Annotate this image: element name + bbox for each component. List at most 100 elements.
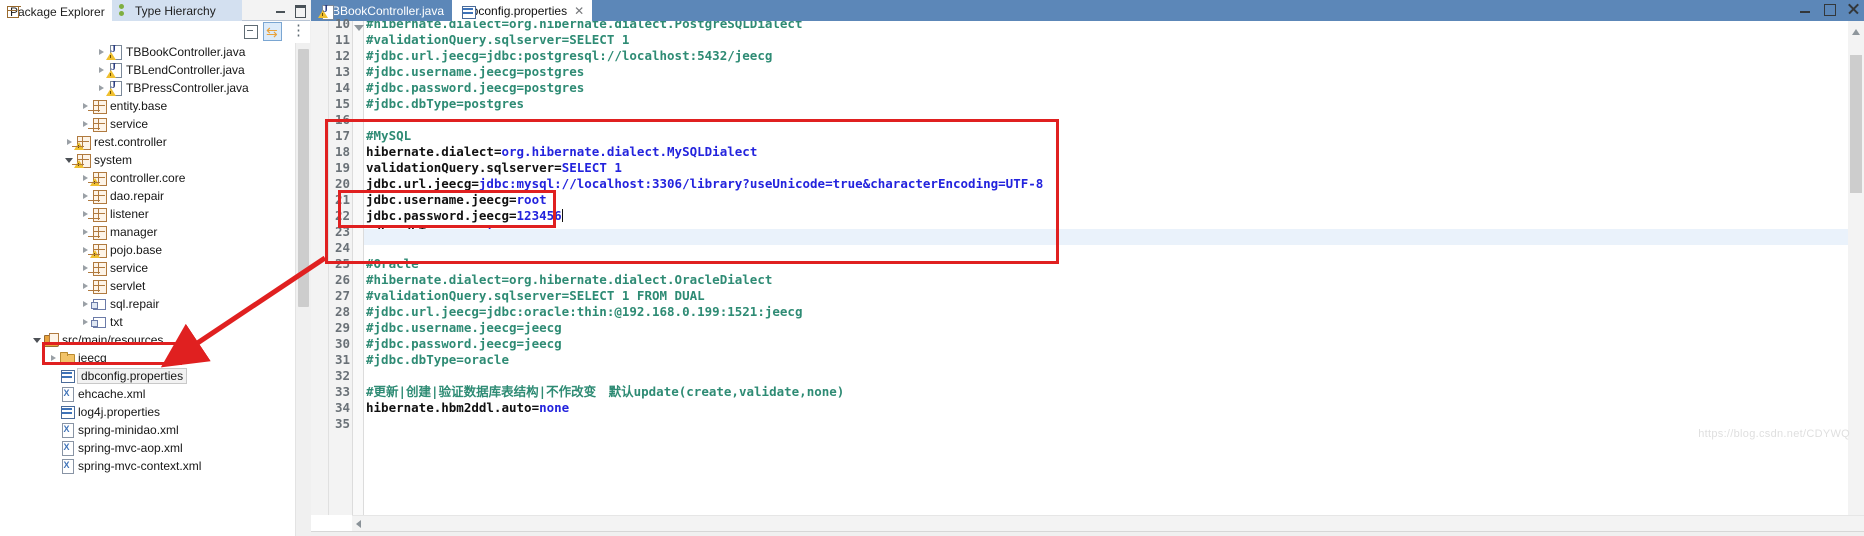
close-icon[interactable]: ✕ <box>574 5 584 17</box>
line-number: 32 <box>334 368 350 383</box>
tree-item-txt[interactable]: txt <box>0 313 292 331</box>
property-value: org.hibernate.dialect.MySQLDialect <box>501 144 758 159</box>
chevron-right-icon[interactable] <box>80 187 91 205</box>
tree-item-src-main-resources[interactable]: src/main/resources <box>0 331 292 349</box>
chevron-right-icon[interactable] <box>80 223 91 241</box>
tree-item-log4j-properties[interactable]: log4j.properties <box>0 403 292 421</box>
line-number: 24 <box>334 240 350 255</box>
editor-vertical-scrollbar[interactable] <box>1848 21 1864 515</box>
chevron-right-icon[interactable] <box>80 205 91 223</box>
tree-item-tbpresscontroller-java[interactable]: TBPressController.java <box>0 79 292 97</box>
tree-item-spring-mvc-aop-xml[interactable]: spring-mvc-aop.xml <box>0 439 292 457</box>
tree-item-tblendcontroller-java[interactable]: TBLendController.java <box>0 61 292 79</box>
comment-text: #jdbc.password.jeecg=jeecg <box>366 336 562 351</box>
code-line[interactable]: #jdbc.dbType=postgres <box>366 96 524 112</box>
tree-item-service[interactable]: service <box>0 115 292 133</box>
minimize-view-icon[interactable] <box>274 3 287 16</box>
code-line[interactable]: jdbc.username.jeecg=root <box>366 192 547 208</box>
code-line[interactable]: #MySQL <box>366 128 411 144</box>
scrollbar-thumb[interactable] <box>1850 55 1862 193</box>
code-line[interactable]: #jdbc.url.jeecg=jdbc:postgresql://localh… <box>366 48 772 64</box>
tree-item-rest-controller[interactable]: rest.controller <box>0 133 292 151</box>
folding-column[interactable] <box>352 21 364 515</box>
code-line[interactable]: #hibernate.dialect=org.hibernate.dialect… <box>366 272 772 288</box>
collapse-all-icon[interactable] <box>241 22 260 41</box>
line-number: 16 <box>334 112 350 127</box>
tree-item-label: controller.core <box>110 171 186 185</box>
tree-item-spring-minidao-xml[interactable]: spring-minidao.xml <box>0 421 292 439</box>
code-line[interactable]: #jdbc.password.jeecg=postgres <box>366 80 584 96</box>
code-line[interactable]: #jdbc.dbType=oracle <box>366 352 509 368</box>
chevron-right-icon[interactable] <box>48 349 59 367</box>
package-icon <box>91 224 107 240</box>
tree-item-system[interactable]: system <box>0 151 292 169</box>
chevron-left-icon[interactable] <box>356 520 361 528</box>
property-key: jdbc.password.jeecg <box>366 208 509 223</box>
code-line[interactable]: #Oracle <box>366 256 419 272</box>
chevron-down-icon[interactable] <box>354 25 364 31</box>
editor-horizontal-scrollbar[interactable] <box>352 515 1864 531</box>
code-line[interactable]: validationQuery.sqlserver=SELECT 1 <box>366 160 622 176</box>
chevron-right-icon[interactable] <box>80 259 91 277</box>
tree-item-sql-repair[interactable]: sql.repair <box>0 295 292 313</box>
tree-item-dbconfig-properties[interactable]: dbconfig.properties <box>0 367 292 385</box>
close-window-icon[interactable] <box>1846 2 1860 16</box>
tree-item-label: service <box>110 261 149 275</box>
maximize-view-icon[interactable] <box>293 3 306 18</box>
code-line[interactable]: #validationQuery.sqlserver=SELECT 1 <box>366 32 629 48</box>
code-line[interactable]: #jdbc.url.jeecg=jdbc:oracle:thin:@192.16… <box>366 304 803 320</box>
explorer-vertical-scrollbar[interactable] <box>295 43 310 536</box>
code-line[interactable]: #jdbc.password.jeecg=jeecg <box>366 336 562 352</box>
text-editor[interactable]: 10 11 12 13 14 15 16 17 18 19 20 21 22 23 24 25 26 27 28 29… <box>311 16 1864 536</box>
tree-item-pojo-base[interactable]: pojo.base <box>0 241 292 259</box>
tab-package-explorer[interactable]: Package Explorer ✕ <box>0 0 121 21</box>
comment-text: #jdbc.dbType=oracle <box>366 352 509 367</box>
chevron-right-icon[interactable] <box>80 277 91 295</box>
code-line[interactable]: #validationQuery.sqlserver=SELECT 1 FROM… <box>366 288 705 304</box>
minimize-window-icon[interactable] <box>1798 2 1812 16</box>
tree-item-listener[interactable]: listener <box>0 205 292 223</box>
chevron-right-icon[interactable] <box>80 295 91 313</box>
java-file-icon <box>318 4 329 20</box>
tree-item-entity-base[interactable]: entity.base <box>0 97 292 115</box>
package-icon <box>90 170 107 186</box>
code-line[interactable]: #jdbc.username.jeecg=postgres <box>366 64 584 80</box>
tree-item-ehcache-xml[interactable]: ehcache.xml <box>0 385 292 403</box>
chevron-right-icon[interactable] <box>80 115 91 133</box>
comment-text: #jdbc.username.jeecg=jeecg <box>366 320 562 335</box>
code-line[interactable]: hibernate.dialect=org.hibernate.dialect.… <box>366 144 757 160</box>
bottom-panel <box>311 531 1864 536</box>
tab-tbbookcontroller-java[interactable]: TBBookController.java <box>311 0 452 21</box>
code-line[interactable]: #jdbc.username.jeecg=jeecg <box>366 320 562 336</box>
code-line[interactable]: hibernate.hbm2ddl.auto=none <box>366 400 569 416</box>
code-line[interactable]: jdbc.password.jeecg=123456 <box>366 208 563 224</box>
tree-item-servlet[interactable]: servlet <box>0 277 292 295</box>
xml-file-icon <box>59 422 75 438</box>
tab-dbconfig-properties[interactable]: dbconfig.properties ✕ <box>452 0 592 21</box>
tree-item-service[interactable]: service <box>0 259 292 277</box>
project-tree[interactable]: TBBookController.java TBLendController.ja… <box>0 43 292 536</box>
code-surface[interactable]: #hibernate.dialect=org.hibernate.dialect… <box>364 21 1848 515</box>
chevron-right-icon[interactable] <box>80 313 91 331</box>
tree-item-dao-repair[interactable]: dao.repair <box>0 187 292 205</box>
tree-item-controller-core[interactable]: controller.core <box>0 169 292 187</box>
tree-item-jeecg[interactable]: jeecg <box>0 349 292 367</box>
maximize-window-icon[interactable] <box>1822 2 1836 16</box>
tree-item-tbbookcontroller-java[interactable]: TBBookController.java <box>0 43 292 61</box>
view-menu-icon[interactable] <box>285 21 306 41</box>
chevron-right-icon[interactable] <box>80 97 91 115</box>
scrollbar-thumb[interactable] <box>298 49 309 307</box>
code-line[interactable]: jdbc.url.jeecg=jdbc:mysql://localhost:33… <box>366 176 1043 192</box>
tree-item-manager[interactable]: manager <box>0 223 292 241</box>
chevron-down-icon[interactable] <box>32 331 43 349</box>
tree-item-spring-mvc-context-xml[interactable]: spring-mvc-context.xml <box>0 457 292 475</box>
code-line[interactable]: #更新|创建|验证数据库表结构|不作改变 默认update(create,val… <box>366 384 844 400</box>
code-line[interactable]: #hibernate.dialect=org.hibernate.dialect… <box>366 21 803 32</box>
tab-type-hierarchy[interactable]: Type Hierarchy <box>112 0 242 21</box>
line-number: 18 <box>334 144 350 159</box>
line-number: 19 <box>334 160 350 175</box>
sql-package-icon <box>91 296 107 312</box>
chevron-up-icon[interactable] <box>1852 29 1860 35</box>
link-with-editor-icon[interactable] <box>263 22 282 41</box>
